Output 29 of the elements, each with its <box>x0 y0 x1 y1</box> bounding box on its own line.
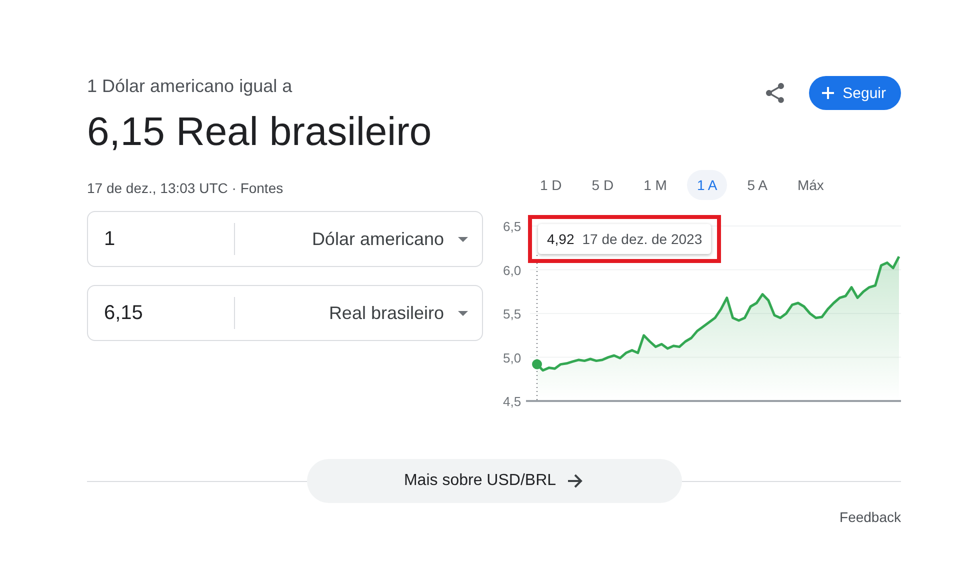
conversion-result: 6,15 Real brasileiro <box>87 109 432 156</box>
currency-dropdown[interactable]: Real brasileiro <box>235 302 482 324</box>
currency-dropdown[interactable]: Dólar americano <box>235 228 482 250</box>
amount-field[interactable]: 6,15 <box>88 302 234 324</box>
arrow-icon <box>566 472 584 490</box>
more-button[interactable]: Mais sobre USD/BRL <box>306 459 682 503</box>
follow-button[interactable]: Seguir <box>808 76 901 110</box>
range-tab[interactable]: 5 D <box>582 170 624 200</box>
sources-link[interactable]: Fontes <box>240 180 284 196</box>
range-tab[interactable]: 1 D <box>530 170 572 200</box>
range-tab[interactable]: Máx <box>787 170 834 200</box>
y-tick-label: 5,0 <box>503 350 522 366</box>
y-tick-label: 5,5 <box>503 306 522 322</box>
y-tick-label: 4,5 <box>503 394 522 409</box>
y-tick-label: 6,5 <box>503 219 522 234</box>
timestamp-text: 17 de dez., 13:03 UTC · Fontes <box>87 179 284 198</box>
conversion-subtitle: 1 Dólar americano igual a <box>87 75 294 98</box>
amount-field[interactable]: 1 <box>88 228 234 250</box>
range-tab[interactable]: 1 M <box>634 170 677 200</box>
feedback-link[interactable]: Feedback <box>840 509 901 525</box>
tooltip-value: 4,92 <box>547 231 574 247</box>
hover-dot <box>532 359 542 370</box>
range-tab[interactable]: 5 A <box>737 170 778 200</box>
caret-icon <box>458 310 468 316</box>
plus-icon <box>820 86 835 100</box>
range-tab[interactable]: 1 A <box>686 170 728 200</box>
tooltip-date: 17 de dez. de 2023 <box>582 231 702 247</box>
y-tick-label: 6,0 <box>503 262 522 278</box>
caret-icon <box>458 236 468 242</box>
